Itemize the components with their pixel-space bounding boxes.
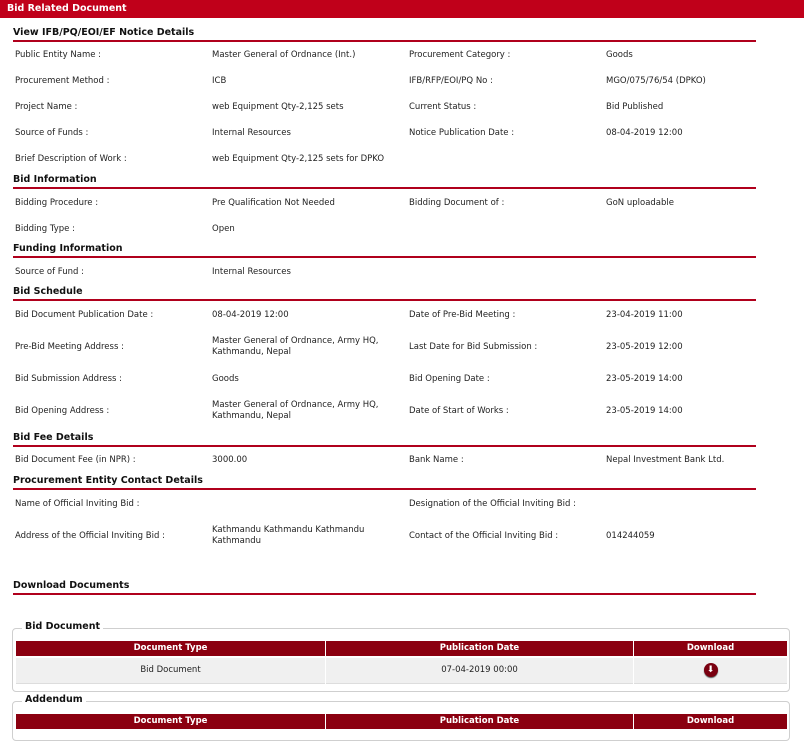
current-status-value: Bid Published xyxy=(606,102,664,112)
prebid-address-value: Master General of Ordnance, Army HQ, Kat… xyxy=(212,336,379,357)
last-date-submission-label: Last Date for Bid Submission : xyxy=(409,342,538,352)
procurement-method-label: Procurement Method : xyxy=(15,76,110,86)
current-status-label: Current Status : xyxy=(409,102,477,112)
col-publication-date: Publication Date xyxy=(326,641,633,656)
section-bid-information: Bid Information xyxy=(13,173,756,189)
ifb-no-label: IFB/RFP/EOI/PQ No : xyxy=(409,76,493,86)
bidding-procedure-label: Bidding Procedure : xyxy=(15,198,99,208)
addendum-col-document-type: Document Type xyxy=(16,714,325,729)
opening-date-label: Bid Opening Date : xyxy=(409,374,490,384)
doc-fee-label: Bid Document Fee (in NPR) : xyxy=(15,455,136,465)
bank-name-value: Nepal Investment Bank Ltd. xyxy=(606,455,725,465)
project-name-label: Project Name : xyxy=(15,102,78,112)
submission-address-label: Bid Submission Address : xyxy=(15,374,123,384)
procurement-category-value: Goods xyxy=(606,50,633,60)
bank-name-label: Bank Name : xyxy=(409,455,464,465)
brief-description-label: Brief Description of Work : xyxy=(15,154,127,164)
project-name-value: web Equipment Qty-2,125 sets xyxy=(212,102,344,112)
prebid-meeting-date-value: 23-04-2019 11:00 xyxy=(606,310,683,320)
bid-document-legend: Bid Document xyxy=(22,621,104,632)
section-funding-information: Funding Information xyxy=(13,242,756,258)
bidding-document-value: GoN uploadable xyxy=(606,198,674,208)
bidding-type-value: Open xyxy=(212,224,235,234)
table-row-publication-date: 07-04-2019 00:00 xyxy=(326,658,633,684)
prebid-meeting-date-label: Date of Pre-Bid Meeting : xyxy=(409,310,516,320)
procurement-category-label: Procurement Category : xyxy=(409,50,511,60)
start-of-works-label: Date of Start of Works : xyxy=(409,406,509,416)
official-contact-label: Contact of the Official Inviting Bid : xyxy=(409,531,559,541)
bidding-procedure-value: Pre Qualification Not Needed xyxy=(212,198,335,208)
submission-address-value: Goods xyxy=(212,374,239,384)
page-header: Bid Related Document xyxy=(0,0,804,18)
public-entity-label: Public Entity Name : xyxy=(15,50,102,60)
designation-label: Designation of the Official Inviting Bid… xyxy=(409,499,576,509)
official-contact-value: 014244059 xyxy=(606,531,655,541)
official-name-label: Name of Official Inviting Bid : xyxy=(15,499,140,509)
section-download-documents: Download Documents xyxy=(13,579,756,595)
bidding-document-label: Bidding Document of : xyxy=(409,198,505,208)
section-notice-details: View IFB/PQ/EOI/EF Notice Details xyxy=(13,26,756,42)
start-of-works-value: 23-05-2019 14:00 xyxy=(606,406,683,416)
prebid-address-label: Pre-Bid Meeting Address : xyxy=(15,342,124,352)
procurement-method-value: ICB xyxy=(212,76,227,86)
table-row-download-cell: ⬇ xyxy=(634,658,787,684)
section-contact-details: Procurement Entity Contact Details xyxy=(13,474,756,490)
section-bid-schedule: Bid Schedule xyxy=(13,285,756,301)
bidding-type-label: Bidding Type : xyxy=(15,224,75,234)
official-address-label: Address of the Official Inviting Bid : xyxy=(15,531,165,541)
opening-address-label: Bid Opening Address : xyxy=(15,406,110,416)
opening-date-value: 23-05-2019 14:00 xyxy=(606,374,683,384)
source-of-funds-label: Source of Funds : xyxy=(15,128,89,138)
source-of-funds-value: Internal Resources xyxy=(212,128,291,138)
download-icon[interactable]: ⬇ xyxy=(703,662,718,677)
addendum-legend: Addendum xyxy=(22,694,86,705)
addendum-col-download: Download xyxy=(634,714,787,729)
notice-publication-date-value: 08-04-2019 12:00 xyxy=(606,128,683,138)
ifb-no-value: MGO/075/76/54 (DPKO) xyxy=(606,76,706,86)
table-row-document-type: Bid Document xyxy=(16,658,325,684)
section-bid-fee-details: Bid Fee Details xyxy=(13,431,756,447)
doc-publication-date-label: Bid Document Publication Date : xyxy=(15,310,154,320)
doc-publication-date-value: 08-04-2019 12:00 xyxy=(212,310,289,320)
source-of-fund-value: Internal Resources xyxy=(212,267,291,277)
source-of-fund-label: Source of Fund : xyxy=(15,267,84,277)
public-entity-value: Master General of Ordnance (Int.) xyxy=(212,50,356,60)
last-date-submission-value: 23-05-2019 12:00 xyxy=(606,342,683,352)
notice-publication-date-label: Notice Publication Date : xyxy=(409,128,515,138)
col-download: Download xyxy=(634,641,787,656)
addendum-col-publication-date: Publication Date xyxy=(326,714,633,729)
brief-description-value: web Equipment Qty-2,125 sets for DPKO xyxy=(212,154,385,164)
opening-address-value: Master General of Ordnance, Army HQ, Kat… xyxy=(212,400,379,421)
bid-document-panel: Bid Document Document Type Publication D… xyxy=(12,621,790,692)
doc-fee-value: 3000.00 xyxy=(212,455,248,465)
official-address-value: Kathmandu Kathmandu Kathmandu Kathmandu xyxy=(212,525,365,546)
addendum-panel: Addendum Document Type Publication Date … xyxy=(12,694,790,741)
col-document-type: Document Type xyxy=(16,641,325,656)
